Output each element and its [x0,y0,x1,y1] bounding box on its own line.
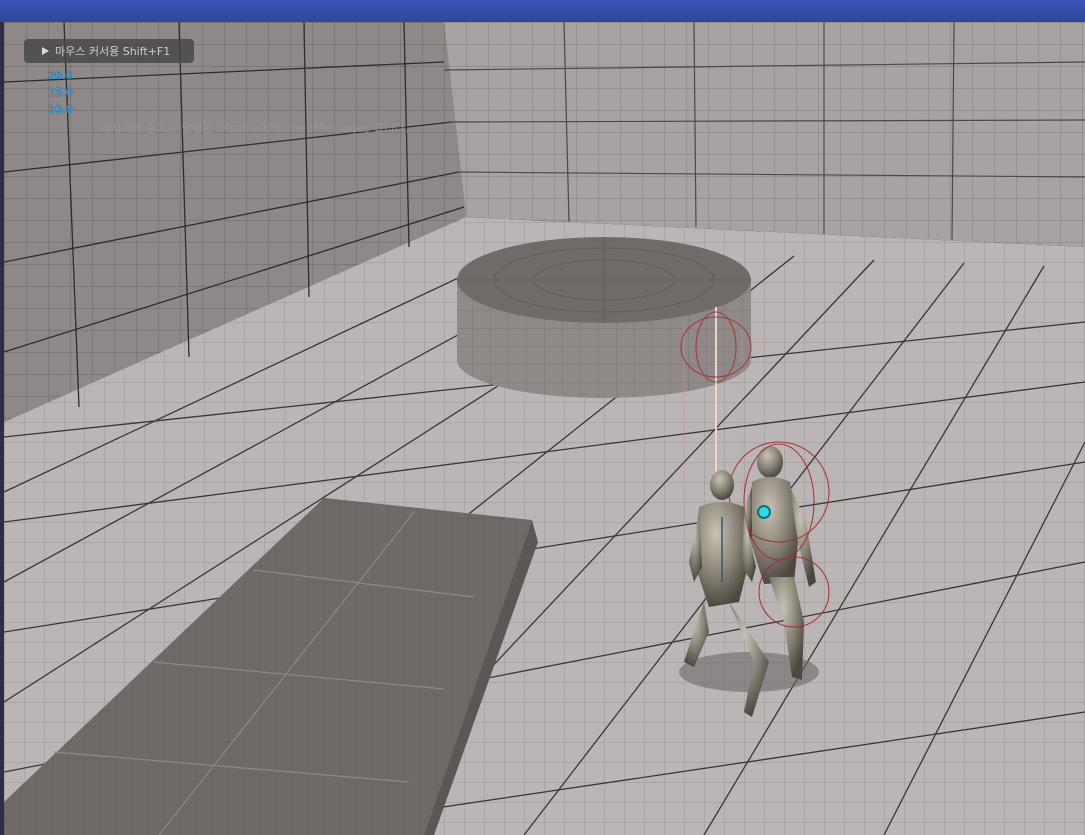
debug-stat-value: 10.0 [48,103,73,116]
game-viewport[interactable]: 마우스 커서용 Shift+F1 20.0 15.0 10.0 메시지를 숨기는… [4,22,1085,835]
mouse-cursor-hint: 마우스 커서용 Shift+F1 [24,39,194,63]
debug-stat-value: 20.0 [48,69,73,82]
viewport-title-bar [0,0,1085,22]
screen-message: 메시지를 숨기는 명령은 DisableAllScreenMessages 입니… [100,121,409,135]
game-scene [4,22,1085,835]
debug-stat-value: 15.0 [48,86,73,99]
cursor-hint-label: 마우스 커서용 Shift+F1 [55,45,171,58]
play-arrow-icon [42,47,49,55]
back-wall [443,22,1085,247]
